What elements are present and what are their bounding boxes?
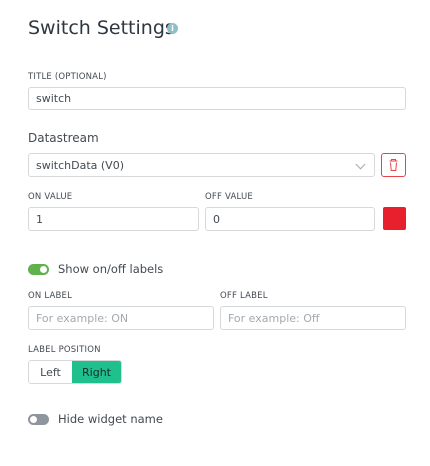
title-input[interactable]: switch xyxy=(28,87,406,110)
title-label: TITLE (OPTIONAL) xyxy=(28,72,107,82)
hide-name-label: Hide widget name xyxy=(58,412,163,426)
toggle-knob xyxy=(30,416,37,423)
off-value-input[interactable]: 0 xyxy=(205,207,375,231)
page-title: Switch Settings xyxy=(28,17,175,39)
info-icon[interactable]: i xyxy=(167,23,178,34)
label-position-segmented: Left Right xyxy=(28,360,122,384)
label-position-left-button[interactable]: Left xyxy=(29,361,72,383)
delete-datastream-button[interactable] xyxy=(381,153,406,177)
label-position-label: LABEL POSITION xyxy=(28,345,101,355)
show-labels-toggle[interactable] xyxy=(28,264,49,275)
datastream-select[interactable]: switchData (V0) xyxy=(28,153,375,177)
off-label-label: OFF LABEL xyxy=(220,291,268,301)
off-value-label: OFF VALUE xyxy=(205,192,253,202)
toggle-knob xyxy=(40,266,47,273)
on-value-input[interactable]: 1 xyxy=(28,207,199,231)
label-position-right-button[interactable]: Right xyxy=(72,361,121,383)
on-label-label: ON LABEL xyxy=(28,291,73,301)
hide-name-toggle[interactable] xyxy=(28,414,49,425)
off-label-input[interactable]: For example: Off xyxy=(220,306,406,330)
on-label-input[interactable]: For example: ON xyxy=(28,306,214,330)
datastream-label: Datastream xyxy=(28,131,99,145)
color-picker-button[interactable] xyxy=(383,207,406,230)
datastream-value: switchData (V0) xyxy=(36,158,124,172)
chevron-down-icon xyxy=(355,159,366,170)
on-value-label: ON VALUE xyxy=(28,192,73,202)
trash-icon xyxy=(389,159,398,171)
show-labels-label: Show on/off labels xyxy=(58,262,164,276)
